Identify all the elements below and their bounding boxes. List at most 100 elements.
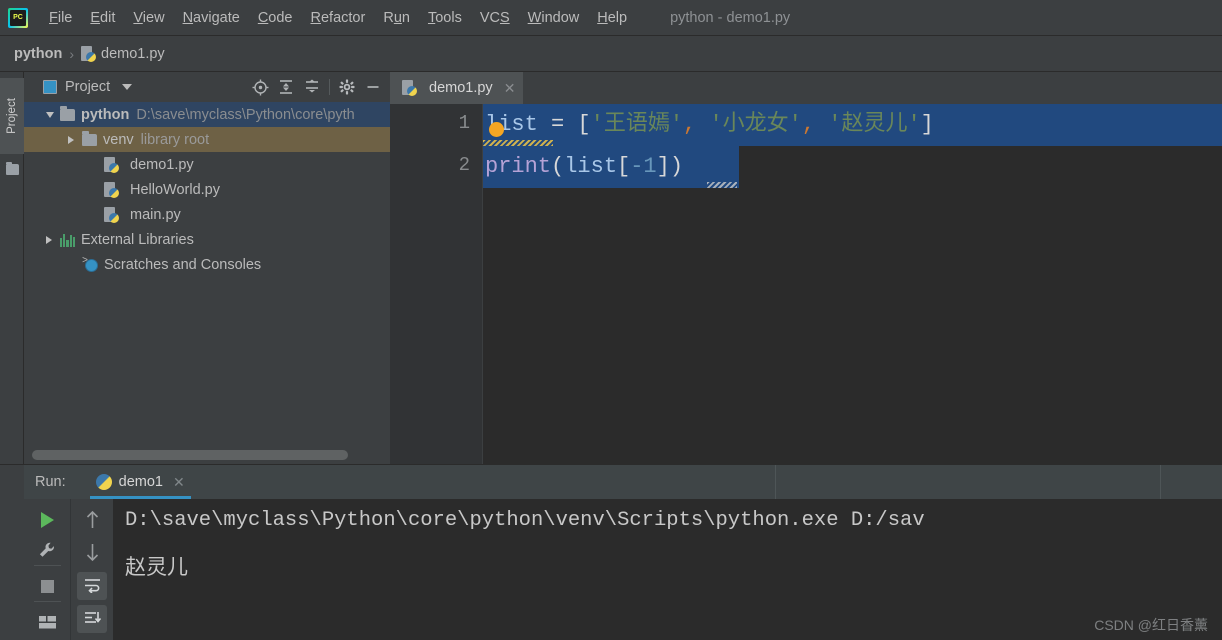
tree-row-label: Scratches and Consoles: [104, 256, 262, 273]
menu-accelerator: T: [427, 9, 436, 26]
minimize-icon[interactable]: [360, 74, 386, 100]
code-token: '王语嫣': [590, 112, 684, 137]
menu-item-tools[interactable]: Tools: [419, 7, 471, 29]
menu-item-refactor[interactable]: Refactor: [302, 7, 375, 29]
chevron-down-icon[interactable]: [46, 111, 60, 118]
code-token: ]: [920, 112, 934, 137]
code-editor[interactable]: list = ['王语嫣', '小龙女', '赵灵儿'] print(list[…: [483, 104, 1222, 464]
menu-accelerator: u: [393, 9, 402, 26]
code-token: =: [537, 112, 578, 137]
code-token: [: [577, 112, 591, 137]
code-token: (: [551, 154, 565, 179]
menu-item-view[interactable]: View: [124, 7, 173, 29]
menu-item-file[interactable]: File: [40, 7, 81, 29]
tree-row-label: demo1.py: [130, 156, 194, 173]
tree-row-demo1-py[interactable]: demo1.py: [24, 152, 390, 177]
layout-icon[interactable]: [24, 607, 71, 637]
code-token: print: [485, 154, 552, 179]
code-token: '赵灵儿': [828, 112, 921, 137]
menu-bar: FileEditViewNavigateCodeRefactorRunTools…: [0, 0, 1222, 36]
header-divider: [775, 465, 776, 499]
locate-target-icon[interactable]: [247, 74, 273, 100]
left-tool-strip: Project: [0, 72, 24, 464]
menu-accelerator: R: [310, 9, 321, 26]
run-play-icon[interactable]: [24, 505, 71, 535]
run-toolbar-secondary: [71, 499, 113, 640]
settings-gear-icon[interactable]: [334, 74, 360, 100]
breadcrumb-root[interactable]: python: [14, 46, 62, 62]
code-token: '小龙女': [709, 112, 802, 137]
intention-bulb-icon[interactable]: [489, 122, 504, 137]
folder-icon: [82, 131, 97, 146]
tree-row-python[interactable]: python D:\save\myclass\Python\core\pyth: [24, 102, 390, 127]
breadcrumb-file[interactable]: demo1.py: [101, 46, 165, 62]
libraries-icon: [60, 233, 76, 247]
code-token: ]: [656, 154, 670, 179]
up-arrow-icon[interactable]: [71, 503, 113, 536]
menu-item-code[interactable]: Code: [249, 7, 302, 29]
menu-item-navigate[interactable]: Navigate: [174, 7, 249, 29]
editor-gutter: 1 2: [390, 104, 483, 464]
wrench-settings-icon[interactable]: [24, 535, 71, 565]
editor-tab-label: demo1.py: [429, 80, 493, 96]
editor-tab-demo1[interactable]: demo1.py ✕: [390, 72, 524, 104]
python-file-icon: [402, 80, 417, 96]
menu-item-edit[interactable]: Edit: [81, 7, 124, 29]
tree-row-label: main.py: [130, 206, 181, 223]
collapse-all-icon[interactable]: [299, 74, 325, 100]
toolbar-divider: [34, 565, 61, 566]
menu-accelerator: H: [597, 9, 608, 26]
line-number: 2: [458, 154, 470, 176]
toolbar-divider: [34, 601, 61, 602]
project-tree: python D:\save\myclass\Python\core\pyth ve…: [24, 102, 390, 442]
run-panel: Run: demo1 ✕ D:\save\myclass\Python\core…: [0, 464, 1222, 640]
pycharm-window: FileEditViewNavigateCodeRefactorRunTools…: [0, 0, 1222, 640]
run-panel-label: Run:: [35, 474, 66, 490]
menu-accelerator: E: [90, 9, 101, 26]
code-token: [: [617, 154, 631, 179]
project-panel: Project python D:\save\myclass\Python\co…: [24, 72, 390, 464]
project-toolbar-icons: [247, 74, 390, 100]
chevron-down-icon[interactable]: [122, 84, 133, 90]
menu-items: File Edit View Navigate Code Refactor Run Tools…: [40, 7, 636, 29]
stop-icon[interactable]: [24, 571, 71, 601]
menu-item-vcs[interactable]: VCS: [471, 7, 519, 29]
code-token: -1: [630, 154, 657, 179]
run-tab-demo1[interactable]: demo1 ✕: [89, 465, 191, 499]
expand-all-icon[interactable]: [273, 74, 299, 100]
chevron-right-icon[interactable]: [46, 235, 60, 244]
folder-icon[interactable]: [6, 162, 19, 175]
menu-item-window[interactable]: Window: [519, 7, 589, 29]
code-line-2: print(list[-1]): [485, 146, 683, 188]
menu-item-run[interactable]: Run: [374, 7, 419, 29]
down-arrow-icon[interactable]: [71, 536, 113, 569]
run-panel-header: Run: demo1 ✕: [24, 465, 1222, 499]
folder-icon: [60, 106, 75, 121]
tree-row-venv[interactable]: venv library root: [24, 127, 390, 152]
breadcrumb-separator: ›: [69, 45, 74, 62]
tree-row-scratches-and-consoles[interactable]: Scratches and Consoles: [24, 252, 390, 277]
tree-row-helloworld-py[interactable]: HelloWorld.py: [24, 177, 390, 202]
tree-row-main-py[interactable]: main.py: [24, 202, 390, 227]
project-horizontal-scrollbar[interactable]: [32, 450, 374, 460]
sidebar-tab-project[interactable]: Project: [0, 78, 24, 154]
console-output-line: 赵灵儿: [125, 556, 188, 579]
menu-item-help[interactable]: Help: [588, 7, 636, 29]
console-output[interactable]: D:\save\myclass\Python\core\python\venv\…: [113, 499, 1222, 640]
code-token: list: [564, 154, 618, 179]
python-file-icon: [104, 206, 124, 223]
editor-tab-strip: demo1.py ✕: [390, 72, 1222, 104]
tree-row-external-libraries[interactable]: External Libraries: [24, 227, 390, 252]
scroll-to-end-icon[interactable]: [71, 602, 113, 635]
code-token: ,: [683, 112, 697, 137]
tree-row-detail: D:\save\myclass\Python\core\pyth: [136, 106, 355, 123]
line-number: 1: [458, 112, 470, 134]
close-icon[interactable]: ✕: [173, 474, 185, 491]
toolbar-divider: [329, 79, 330, 95]
close-icon[interactable]: ✕: [504, 80, 516, 97]
chevron-right-icon[interactable]: [68, 135, 82, 144]
soft-wrap-icon[interactable]: [71, 569, 113, 602]
tree-row-label: venv: [103, 131, 134, 148]
python-run-icon: [95, 474, 112, 490]
tree-row-label: python: [81, 106, 130, 123]
